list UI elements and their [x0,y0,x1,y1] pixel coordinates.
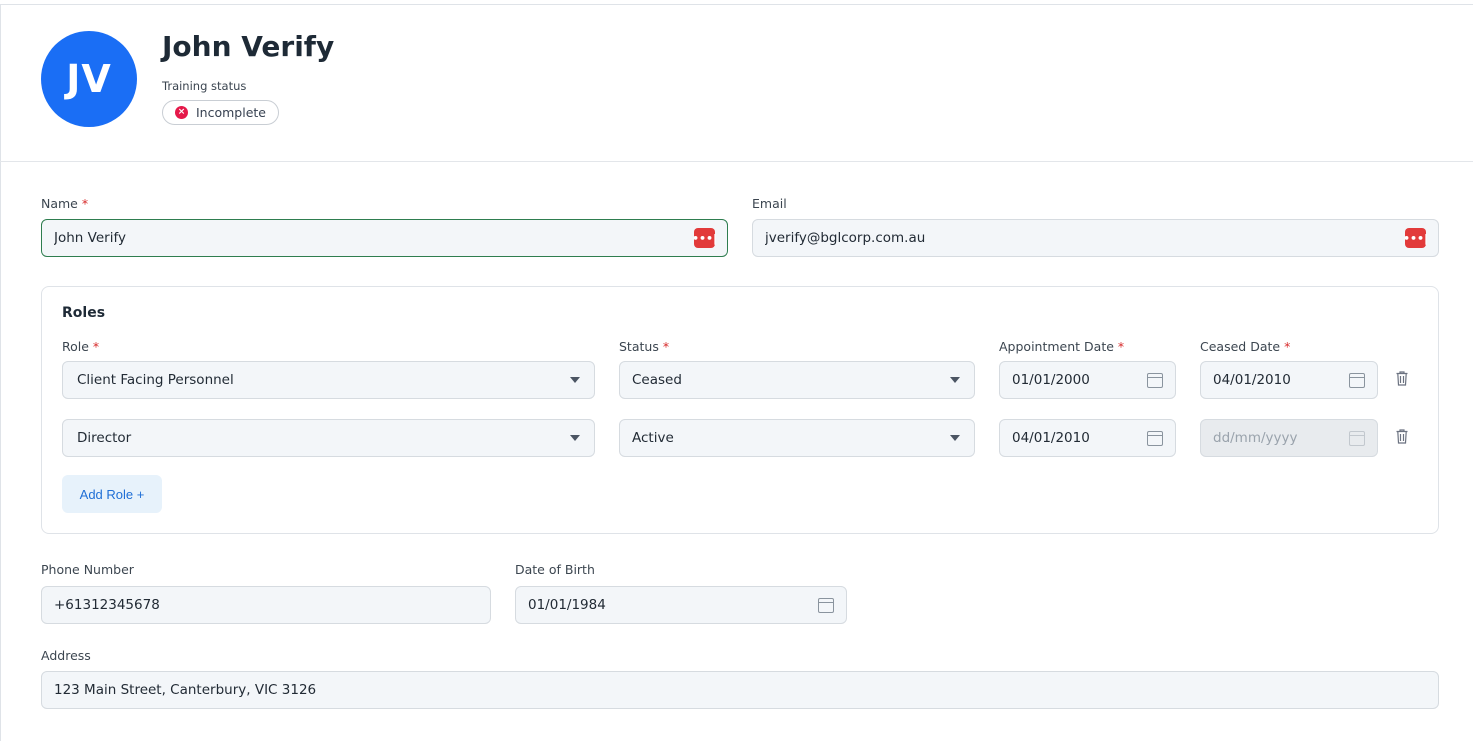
required-marker: * [662,339,670,354]
training-status-label: Training status [162,79,247,93]
role-select[interactable]: Director [62,419,595,457]
avatar-initials: JV [66,57,112,101]
required-marker: * [92,339,100,354]
calendar-icon[interactable] [1147,372,1163,388]
dob-label: Date of Birth [515,562,595,577]
password-manager-icon[interactable]: •••| [1403,228,1428,248]
name-field[interactable]: John Verify •••| [41,219,728,257]
roles-panel [41,286,1439,534]
name-value: John Verify [54,230,126,246]
ceased-date-input: dd/mm/yyyy [1200,419,1378,457]
chevron-down-icon [950,377,960,383]
status-column-text: Status [619,339,659,354]
trash-icon[interactable] [1396,371,1408,386]
phone-label: Phone Number [41,562,134,577]
phone-value: +61312345678 [54,597,160,613]
role-column-text: Role [62,339,89,354]
email-field[interactable]: jverify@bglcorp.com.au •••| [752,219,1439,257]
role-select-value: Client Facing Personnel [77,372,234,388]
appointment-date-value: 01/01/2000 [1012,372,1090,388]
address-value: 123 Main Street, Canterbury, VIC 3126 [54,682,317,698]
ceased-date-value: 04/01/2010 [1213,372,1291,388]
appointment-date-value: 04/01/2010 [1012,430,1090,446]
status-badge-text: Incomplete [196,105,266,120]
calendar-icon[interactable] [818,597,834,613]
appointment-column-label: Appointment Date * [999,339,1124,354]
appointment-column-text: Appointment Date [999,339,1114,354]
name-label: Name * [41,196,88,211]
ceased-column-label: Ceased Date * [1200,339,1290,354]
calendar-icon[interactable] [1147,430,1163,446]
dob-field[interactable]: 01/01/1984 [515,586,847,624]
role-column-label: Role * [62,339,99,354]
calendar-icon[interactable] [1349,372,1365,388]
ceased-column-text: Ceased Date [1200,339,1281,354]
chevron-down-icon [570,435,580,441]
required-marker: * [1117,339,1125,354]
ceased-date-input[interactable]: 04/01/2010 [1200,361,1378,399]
dob-value: 01/01/1984 [528,597,606,613]
chevron-down-icon [570,377,580,383]
appointment-date-input[interactable]: 04/01/2010 [999,419,1176,457]
password-manager-icon[interactable]: •••| [692,228,717,248]
status-column-label: Status * [619,339,669,354]
status-select[interactable]: Ceased [619,361,975,399]
chevron-down-icon [950,435,960,441]
email-value: jverify@bglcorp.com.au [765,230,926,246]
roles-title: Roles [62,305,106,321]
appointment-date-input[interactable]: 01/01/2000 [999,361,1176,399]
page-title: John Verify [162,30,335,63]
address-label: Address [41,648,91,663]
required-marker: * [1284,339,1291,354]
status-select-value: Ceased [632,372,682,388]
status-badge: × Incomplete [162,100,279,125]
close-circle-icon: × [175,106,188,119]
name-label-text: Name [41,196,78,211]
ceased-date-placeholder: dd/mm/yyyy [1213,430,1298,446]
address-field[interactable]: 123 Main Street, Canterbury, VIC 3126 [41,671,1439,709]
calendar-icon [1349,430,1365,446]
trash-icon[interactable] [1396,429,1408,444]
avatar: JV [41,31,137,127]
status-select[interactable]: Active [619,419,975,457]
role-select[interactable]: Client Facing Personnel [62,361,595,399]
add-role-button[interactable]: Add Role + [62,475,162,513]
status-select-value: Active [632,430,674,446]
phone-field[interactable]: +61312345678 [41,586,491,624]
email-label: Email [752,196,787,211]
required-marker: * [81,196,89,211]
role-select-value: Director [77,430,132,446]
